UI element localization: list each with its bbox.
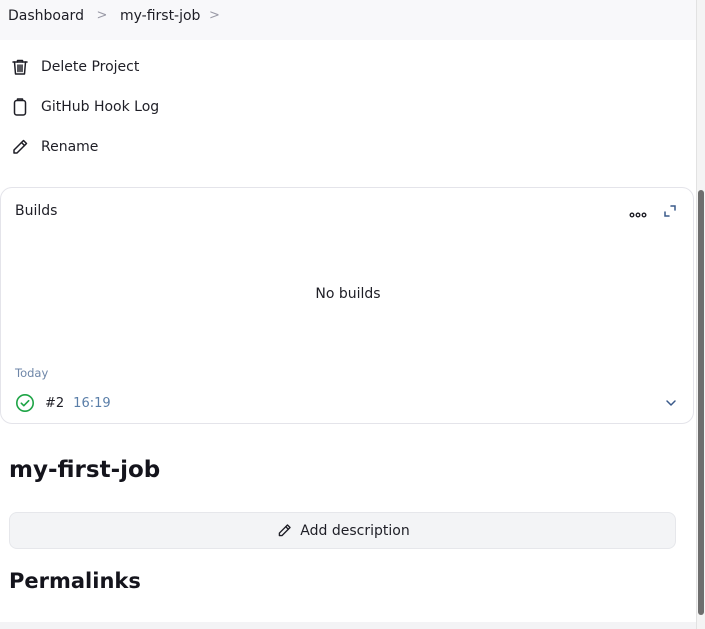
builds-more-button[interactable]	[626, 200, 650, 224]
build-number[interactable]: #2	[45, 396, 64, 411]
trash-icon	[8, 55, 32, 79]
delete-project-label: Delete Project	[41, 59, 140, 75]
breadcrumb-separator-icon: >	[96, 8, 108, 23]
build-row[interactable]: #2 16:19	[15, 391, 681, 415]
builds-title: Builds	[15, 203, 58, 219]
github-hook-log-label: GitHub Hook Log	[41, 99, 160, 115]
builds-expand-button[interactable]	[658, 200, 682, 224]
breadcrumb-dashboard[interactable]: Dashboard	[8, 8, 84, 24]
ellipsis-icon	[629, 203, 647, 222]
add-description-label: Add description	[300, 522, 410, 539]
page-title: my-first-job	[9, 457, 161, 483]
success-check-icon	[15, 393, 35, 413]
pencil-icon	[8, 135, 32, 159]
breadcrumb-separator-icon[interactable]: >	[200, 8, 228, 23]
build-time: 16:19	[73, 395, 111, 411]
breadcrumb-job[interactable]: my-first-job	[120, 8, 200, 24]
expand-icon	[663, 203, 677, 222]
scrollbar-thumb[interactable]	[698, 190, 704, 615]
no-builds-message: No builds	[315, 286, 381, 302]
clipboard-icon	[8, 95, 32, 119]
github-hook-log-button[interactable]: GitHub Hook Log	[8, 93, 159, 121]
permalinks-heading: Permalinks	[9, 569, 141, 593]
breadcrumb: Dashboard > my-first-job >	[0, 0, 696, 40]
add-description-button[interactable]: Add description	[9, 512, 676, 549]
bottom-divider	[0, 622, 696, 629]
rename-label: Rename	[41, 139, 99, 155]
builds-card: Builds No builds Today #2 16:19	[0, 187, 694, 424]
pencil-icon	[275, 522, 293, 540]
page-viewport: Dashboard > my-first-job > Delete Projec…	[0, 0, 696, 629]
delete-project-button[interactable]: Delete Project	[8, 53, 139, 81]
rename-button[interactable]: Rename	[8, 133, 98, 161]
chevron-down-icon[interactable]	[661, 393, 681, 413]
build-group-label: Today	[15, 366, 49, 380]
